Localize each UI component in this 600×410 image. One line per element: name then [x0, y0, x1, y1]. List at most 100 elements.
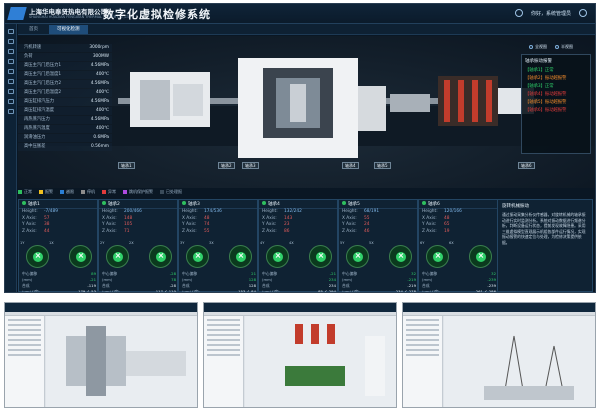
bearing-card[interactable]: 轴承4 Height: 132/242 X Axis: 143 Y Axis: 23 Z Ax…	[258, 199, 338, 292]
legend-label: 正常	[24, 189, 32, 194]
view-option-half[interactable]: 半视图	[555, 44, 573, 50]
param-row: 汽机转速 3000rpm	[18, 44, 112, 52]
dial-y: ×	[346, 245, 369, 268]
combined-unit: (um/∠度)	[262, 289, 280, 293]
dial-x: ×	[229, 245, 252, 268]
company-logo	[7, 7, 27, 20]
dial-label: 2Y	[100, 241, 105, 245]
param-label: 汽机转速	[24, 45, 42, 50]
file-icon[interactable]	[7, 49, 14, 54]
system-title: 数字化虚拟检修系统	[103, 8, 211, 21]
param-label: 负荷	[24, 54, 33, 59]
alarm-item[interactable]: 【轴承3】正常	[525, 83, 587, 91]
sidebar	[5, 24, 17, 292]
database-icon[interactable]	[7, 89, 14, 94]
bearing-card[interactable]: 轴承5 Height: 68/191 X Axis: 55 Y Axis: 24 Z Axis…	[338, 199, 418, 292]
thumbnail-3[interactable]	[402, 302, 596, 408]
bearing-label-3[interactable]: 轴承3	[242, 162, 259, 169]
card-title: 轴承5	[339, 200, 417, 209]
card-title-text: 轴承4	[268, 202, 280, 207]
list-icon[interactable]	[7, 59, 14, 64]
close-icon: ×	[317, 251, 325, 260]
main-window: 上海华电奉贤热电有限公司 SHANGHAI HUADIAN FENGXIAN T…	[4, 3, 596, 293]
param-value: 400℃	[95, 72, 109, 77]
legend-item: 越限	[60, 189, 74, 195]
card-row-value: 86	[284, 228, 290, 234]
legend-swatch	[102, 190, 106, 194]
legend-label: 异常	[108, 189, 116, 194]
help-icon[interactable]	[7, 109, 14, 114]
thumbnail-2[interactable]	[203, 302, 397, 408]
close-icon: ×	[237, 251, 245, 260]
bearing-label-6[interactable]: 轴承6	[518, 162, 535, 169]
param-row: 高压主汽门后压力1 4.56MPa	[18, 62, 112, 70]
legend-item: 跳机保护报警	[123, 189, 153, 195]
combined-val-b: 153 ∠ 84	[238, 289, 256, 293]
tab-bar: 首页 可视化检测	[18, 24, 595, 35]
turbine-3d-view[interactable]: 汽机转速 3000rpm 负荷 300MW 高压主汽门后压力1 4.56MPa 高压主汽门后…	[18, 36, 595, 188]
tool-icon[interactable]	[7, 79, 14, 84]
param-row: 高中压胀差 0.56mm	[18, 143, 112, 151]
dial-y: ×	[106, 245, 129, 268]
user-icon[interactable]	[514, 9, 523, 17]
bearing-card[interactable]: 轴承2 Height: 200/466 X Axis: 148 Y Axis: 105 Z A…	[98, 199, 178, 292]
bearing-card[interactable]: 轴承3 Height: 174/536 X Axis: 48 Y Axis: 74 Z Axi…	[178, 199, 258, 292]
param-row: 润滑油压力 0.6MPa	[18, 134, 112, 142]
alarm-panel: 轴承振动报警 【轴承1】正常 【轴承2】振动越报警 【轴承3】正常 【轴承4】振动越报…	[521, 54, 591, 154]
dial-x: ×	[69, 245, 92, 268]
tab-home[interactable]: 首页	[21, 25, 46, 34]
combined-unit: (um/∠度)	[22, 289, 40, 293]
legend-swatch	[123, 190, 127, 194]
card-row: Z Axis: 71	[99, 229, 177, 236]
power-icon[interactable]	[579, 9, 587, 17]
alarm-item[interactable]: 【轴承6】振动越报警	[525, 107, 587, 115]
vibration-dials: × × 3Y 3X	[180, 241, 254, 269]
monitor-icon[interactable]	[7, 29, 14, 34]
param-value: 300MW	[92, 54, 109, 59]
alarm-item[interactable]: 【轴承4】振动越报警	[525, 91, 587, 99]
close-icon: ×	[397, 251, 405, 260]
status-legend: 正常 报警 越限 停机 异常 跳机保护报警 已处理报	[18, 189, 182, 195]
info-title: 旋转机械振动	[502, 204, 529, 209]
user-greeting[interactable]: 你好，系统管理员	[531, 10, 571, 17]
bearing-label-1[interactable]: 轴承1	[118, 162, 135, 169]
view-option-full[interactable]: 全视图	[529, 44, 547, 50]
hp-casing	[130, 72, 210, 127]
legend-label: 跳机保护报警	[129, 189, 153, 194]
card-row: Z Axis: 55	[179, 229, 257, 236]
settings-icon[interactable]	[7, 69, 14, 74]
bearing-card[interactable]: 轴承6 Height: 120/166 X Axis: 48 Y Axis: 65 Z Axi…	[418, 199, 498, 292]
bearing-label-2[interactable]: 轴承2	[218, 162, 235, 169]
dial-label: 3Y	[180, 241, 185, 245]
alarm-item[interactable]: 【轴承1】正常	[525, 67, 587, 75]
status-dot-icon	[102, 201, 106, 205]
dial-label: 3X	[209, 241, 214, 245]
combined-unit: (um/∠度)	[102, 289, 120, 293]
bearing-label-5[interactable]: 轴承5	[374, 162, 391, 169]
thumbnail-1[interactable]	[4, 302, 198, 408]
card-title-text: 轴承3	[188, 202, 200, 207]
alarm-item[interactable]: 【轴承2】振动越报警	[525, 75, 587, 83]
param-label: 高压主汽门后温度1	[24, 72, 62, 77]
param-row: 高压主汽门后温度2 400℃	[18, 89, 112, 97]
status-dot-icon	[22, 201, 26, 205]
chart-icon[interactable]	[7, 39, 14, 44]
legend-swatch	[160, 190, 164, 194]
legend-item: 停机	[81, 189, 95, 195]
shield-icon[interactable]	[7, 99, 14, 104]
card-bottom: 中心偏移 -21 (mm) 234 合成 234 (um/∠度) 85 ∠ 294	[262, 271, 336, 293]
card-row-value: 71	[124, 228, 130, 234]
tab-visual-inspection[interactable]: 可视化检测	[49, 25, 88, 34]
card-title: 轴承1	[19, 200, 97, 209]
param-row: 再热蒸汽压力 4.56MPa	[18, 116, 112, 124]
combined-val-b: 117 ∠ 110	[155, 289, 176, 293]
alarm-item[interactable]: 【轴承5】振动越报警	[525, 99, 587, 107]
dial-y: ×	[426, 245, 449, 268]
legend-swatch	[39, 190, 43, 194]
card-title: 轴承6	[419, 200, 497, 209]
card-row-key: Z Axis:	[342, 228, 357, 234]
dial-label: 5X	[369, 241, 374, 245]
bearing-card[interactable]: 轴承1 Height: -7/489 X Axis: 57 Y Axis: 38 Z Axis…	[18, 199, 98, 292]
card-row-value: 19	[444, 228, 450, 234]
bearing-label-4[interactable]: 轴承4	[342, 162, 359, 169]
